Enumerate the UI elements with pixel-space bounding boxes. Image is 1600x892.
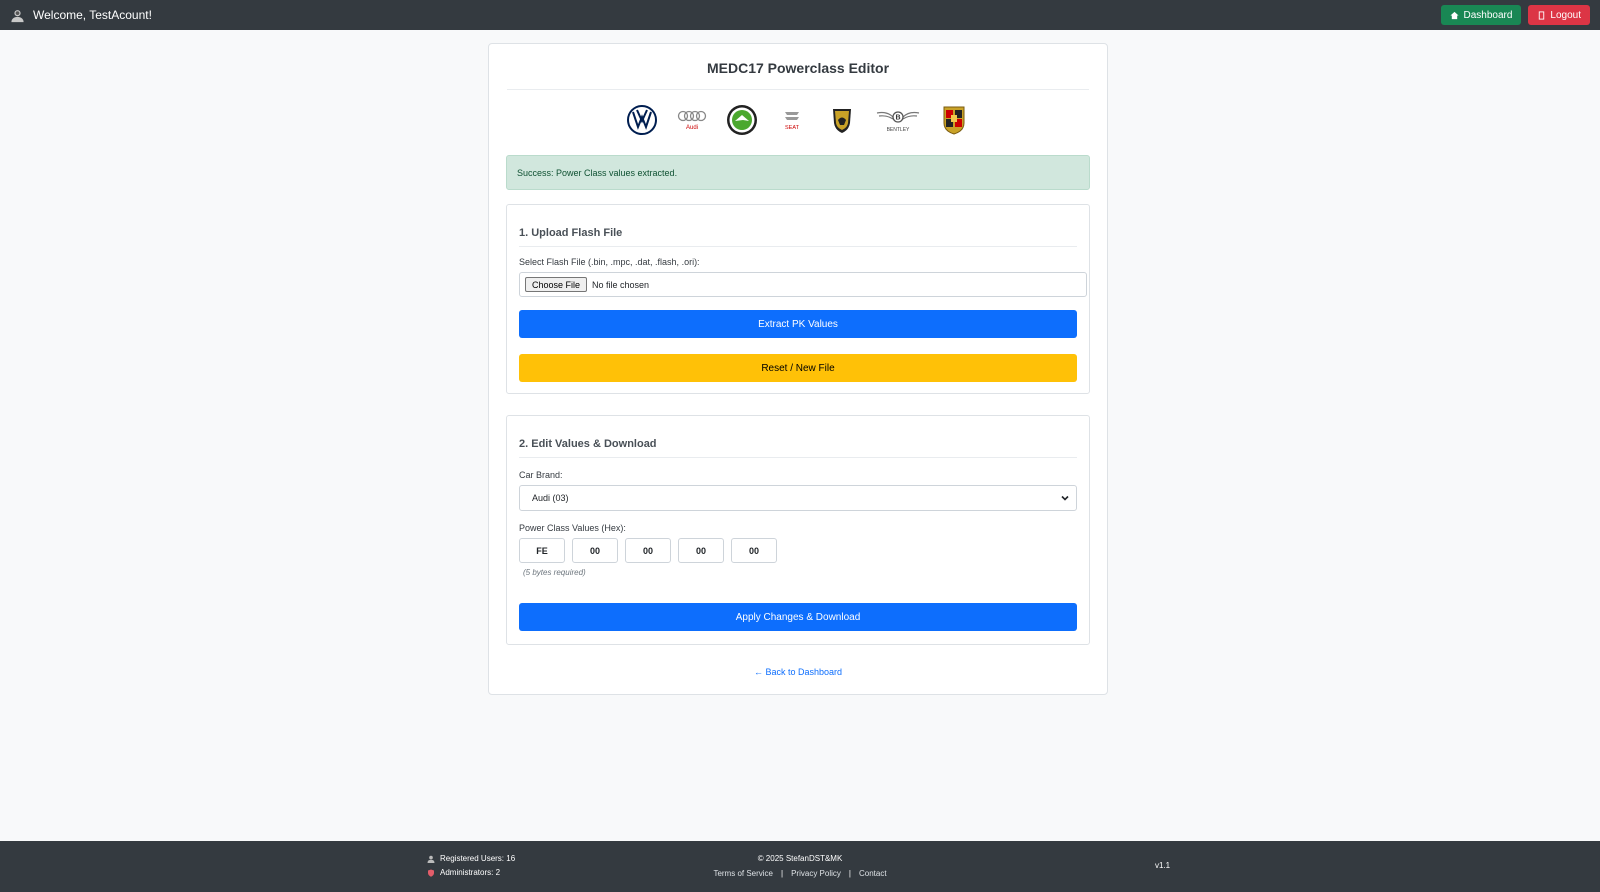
terms-link[interactable]: Terms of Service — [713, 866, 773, 881]
svg-text:B: B — [895, 115, 900, 122]
page-title: MEDC17 Powerclass Editor — [507, 60, 1089, 90]
extract-pk-button[interactable]: Extract PK Values — [519, 310, 1077, 338]
page-title-text: MEDC17 Powerclass Editor — [706, 60, 890, 76]
apply-download-button[interactable]: Apply Changes & Download — [519, 603, 1077, 631]
volkswagen-logo — [625, 103, 659, 137]
seat-logo: SEAT — [775, 103, 809, 137]
version: v1.1 — [1155, 861, 1171, 870]
hex-byte-5[interactable]: 00 — [731, 538, 777, 563]
hex-byte-1[interactable]: FE — [519, 538, 565, 563]
audi-logo: Audi — [675, 103, 709, 137]
dashboard-button[interactable]: Dashboard — [1441, 5, 1522, 25]
logout-label: Logout — [1550, 9, 1581, 21]
hex-byte-3[interactable]: 00 — [625, 538, 671, 563]
separator: | — [848, 869, 851, 878]
svg-text:SEAT: SEAT — [785, 125, 800, 131]
privacy-link[interactable]: Privacy Policy — [791, 866, 841, 881]
upload-section-title: 1. Upload Flash File — [519, 227, 1077, 247]
edit-section: 2. Edit Values & Download Car Brand: Aud… — [506, 415, 1090, 645]
footer-center: © 2025 StefanDST&MK Terms of Service | P… — [0, 851, 1600, 881]
reset-button[interactable]: Reset / New File — [519, 354, 1077, 382]
power-class-label: Power Class Values (Hex): — [519, 523, 626, 533]
logout-button[interactable]: Logout — [1528, 5, 1590, 25]
upload-section: 1. Upload Flash File Select Flash File (… — [506, 204, 1090, 394]
door-icon — [1539, 10, 1545, 20]
file-label: Select Flash File (.bin, .mpc, .dat, .fl… — [519, 257, 700, 267]
porsche-logo — [937, 103, 971, 137]
skoda-logo — [725, 103, 759, 137]
copyright: © 2025 StefanDST&MK — [757, 854, 843, 863]
lamborghini-logo — [825, 103, 859, 137]
bentley-logo: B BENTLEY — [875, 103, 921, 137]
edit-section-title: 2. Edit Values & Download — [519, 438, 1077, 458]
separator: | — [781, 869, 784, 878]
welcome-text: Welcome, TestAcount! — [33, 8, 152, 22]
user-icon — [11, 9, 24, 22]
brand-logos: Audi SEAT B BENTLEY — [489, 102, 1107, 138]
chevron-down-icon — [1061, 495, 1069, 501]
hex-inputs: FE 00 00 00 00 — [519, 538, 777, 563]
choose-file-button[interactable]: Choose File — [525, 277, 588, 292]
contact-link[interactable]: Contact — [859, 866, 887, 881]
success-alert: Success: Power Class values extracted. — [506, 155, 1090, 190]
svg-text:Audi: Audi — [686, 125, 698, 131]
svg-text:BENTLEY: BENTLEY — [887, 127, 910, 133]
footer: Registered Users: 16 Administrators: 2 ©… — [0, 841, 1600, 892]
hex-byte-4[interactable]: 00 — [678, 538, 724, 563]
back-to-dashboard-link[interactable]: ← Back to Dashboard — [489, 667, 1107, 677]
car-brand-value: Audi (03) — [532, 493, 569, 503]
car-brand-select[interactable]: Audi (03) — [519, 485, 1077, 511]
welcome-area: Welcome, TestAcount! — [10, 8, 152, 23]
top-navbar: Welcome, TestAcount! Dashboard Logout — [0, 0, 1600, 30]
car-brand-label: Car Brand: — [519, 470, 563, 480]
bytes-hint: (5 bytes required) — [523, 568, 586, 577]
home-icon — [1450, 11, 1460, 19]
no-file-text: No file chosen — [592, 279, 650, 290]
flash-file-input[interactable]: Choose File No file chosen — [519, 272, 1087, 297]
editor-card: MEDC17 Powerclass Editor Audi SEAT B BENT… — [488, 43, 1108, 695]
dashboard-label: Dashboard — [1463, 9, 1513, 21]
alert-text: Success: Power Class values extracted. — [517, 167, 678, 178]
hex-byte-2[interactable]: 00 — [572, 538, 618, 563]
